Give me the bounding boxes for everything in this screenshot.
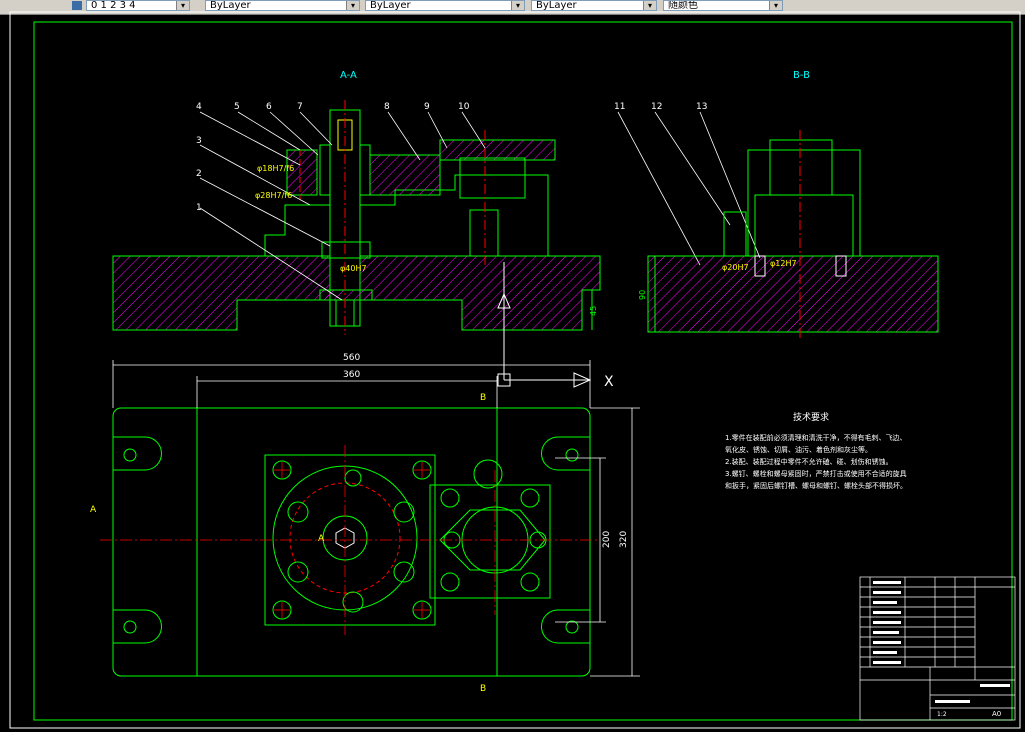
callout-3: 3 bbox=[196, 136, 202, 146]
callout-12: 12 bbox=[651, 102, 662, 112]
view-aa-label: A-A bbox=[340, 70, 357, 81]
fit-phi20: φ20H7 bbox=[722, 263, 749, 272]
section-aa bbox=[112, 109, 601, 331]
callout-10: 10 bbox=[458, 102, 470, 112]
sheet-outer-border bbox=[9, 11, 1021, 729]
section-mark-b-bottom: B bbox=[480, 684, 486, 694]
base-plate-plan bbox=[112, 407, 591, 677]
dim-320: 320 bbox=[619, 531, 629, 548]
view-bb-label: B-B bbox=[793, 70, 810, 81]
dim-560: 560 bbox=[343, 353, 360, 363]
sheet-inner-border bbox=[33, 21, 1013, 721]
section-mark-b-top: B bbox=[480, 393, 486, 403]
tech-req-title: 技术要求 bbox=[793, 411, 829, 423]
tech-req-line-4: 3.螺钉、螺栓和螺母紧固时，严禁打击或使用不合适的旋具 bbox=[725, 469, 907, 478]
section-mark-a-left: A bbox=[90, 505, 97, 515]
callout-8: 8 bbox=[384, 102, 390, 112]
fit-phi40: φ40H7 bbox=[340, 264, 367, 273]
dim-360: 360 bbox=[343, 370, 360, 380]
vblock-bb bbox=[769, 139, 833, 196]
plan-centerlines bbox=[100, 445, 600, 635]
callout-9: 9 bbox=[424, 102, 430, 112]
dim-45: 45 bbox=[589, 306, 598, 316]
axis-x-label: X bbox=[604, 374, 614, 390]
tech-req-line-5: 和扳手，紧固后螺钉槽、螺母和螺钉、螺栓头部不得损坏。 bbox=[725, 481, 907, 490]
callout-7: 7 bbox=[297, 102, 303, 112]
plan-view bbox=[112, 407, 591, 677]
slot-top-left bbox=[113, 436, 162, 471]
workpiece bbox=[459, 157, 526, 199]
callout-13: 13 bbox=[696, 102, 707, 112]
lever-arm bbox=[369, 154, 441, 196]
tech-req-lines: 1.零件在装配前必须清理和清洗干净，不得有毛刺、飞边、 氧化皮、锈蚀、切屑、油污… bbox=[725, 433, 907, 490]
top-plate bbox=[439, 139, 556, 161]
callout-11: 11 bbox=[614, 102, 625, 112]
callout-6: 6 bbox=[266, 102, 272, 112]
fit-phi18: φ18H7/f6 bbox=[257, 164, 294, 173]
support-pin bbox=[469, 209, 499, 257]
dim-200: 200 bbox=[602, 531, 612, 548]
pin-head-top bbox=[473, 459, 503, 489]
block-bb-outer bbox=[747, 149, 861, 256]
block-bb-inner bbox=[754, 194, 854, 256]
tech-req-line-1: 1.零件在装配前必须清理和清洗干净，不得有毛刺、飞边、 bbox=[725, 433, 907, 442]
lower-washer bbox=[319, 289, 373, 301]
base-plate-raised bbox=[196, 407, 498, 677]
title-sheet: A0 bbox=[992, 710, 1001, 718]
callout-4: 4 bbox=[196, 102, 202, 112]
pin-bb bbox=[723, 211, 747, 257]
dim-90: 90 bbox=[638, 290, 647, 300]
tech-req-line-3: 2.装配、装配过程中零件不允许磕、碰、划伤和锈蚀。 bbox=[725, 457, 893, 466]
callout-1: 1 bbox=[196, 203, 202, 213]
callout-2: 2 bbox=[196, 169, 202, 179]
title-block bbox=[859, 576, 1016, 721]
drawing-canvas[interactable]: A-A 1 2 3 4 5 6 7 8 9 10 11 12 13 φ18H7/… bbox=[0, 0, 1025, 732]
callout-5: 5 bbox=[234, 102, 240, 112]
plan-dimensions bbox=[112, 360, 640, 677]
section-bb bbox=[647, 139, 939, 333]
title-scale: 1:2 bbox=[937, 711, 947, 718]
section-mark-a-center: A bbox=[318, 534, 325, 544]
tech-req-line-2: 氧化皮、锈蚀、切屑、油污、着色剂和灰尘等。 bbox=[725, 445, 872, 454]
fit-phi28: φ28H7/f6 bbox=[255, 191, 292, 200]
cad-workspace[interactable]: 0 1 2 3 4 ▾ ByLayer ▾ ByLayer ▾ ByLayer … bbox=[0, 0, 1025, 732]
fit-phi12: φ12H7 bbox=[770, 259, 797, 268]
slot-bottom-left bbox=[113, 609, 162, 644]
holder-plate-plan bbox=[429, 484, 551, 599]
